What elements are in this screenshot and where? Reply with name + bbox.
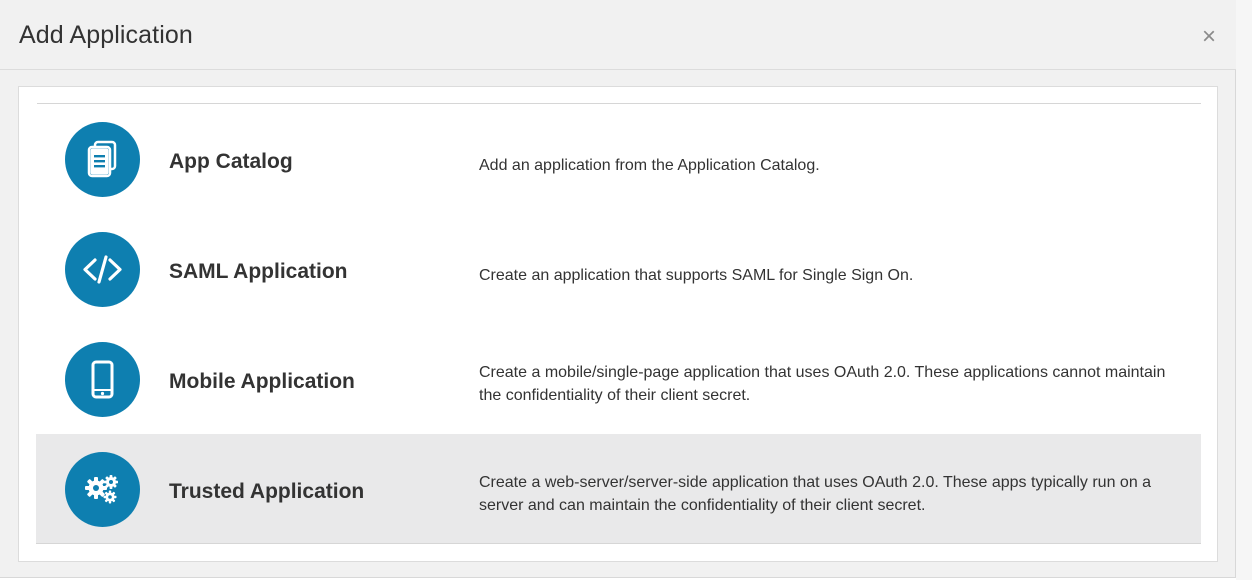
gears-icon	[65, 452, 140, 527]
option-description: Add an application from the Application …	[479, 157, 820, 174]
close-button[interactable]: ×	[1198, 23, 1220, 50]
option-description: Create an application that supports SAML…	[479, 267, 914, 284]
option-name: Trusted Application	[169, 480, 365, 503]
mobile-phone-icon	[65, 342, 140, 417]
close-icon: ×	[1201, 23, 1216, 50]
option-description: Create a mobile/single-page application …	[479, 364, 1166, 404]
option-mobile-application[interactable]: Mobile Application Create a mobile/singl…	[36, 324, 1201, 434]
option-name: App Catalog	[169, 150, 293, 173]
option-name: Mobile Application	[169, 370, 355, 393]
add-application-dialog: Add Application × App Catalog Add an app…	[0, 0, 1236, 578]
page-background	[1236, 0, 1252, 580]
option-description: Create a web-server/server-side applicat…	[479, 474, 1152, 514]
application-options-panel: App Catalog Add an application from the …	[18, 86, 1218, 562]
code-icon	[65, 232, 140, 307]
option-app-catalog[interactable]: App Catalog Add an application from the …	[36, 104, 1201, 214]
option-trusted-application[interactable]: Trusted Application Create a web-server/…	[36, 434, 1201, 544]
dialog-header: Add Application ×	[0, 0, 1236, 70]
catalog-icon	[65, 122, 140, 197]
dialog-title: Add Application	[19, 21, 193, 49]
option-name: SAML Application	[169, 260, 348, 283]
option-saml-application[interactable]: SAML Application Create an application t…	[36, 214, 1201, 324]
